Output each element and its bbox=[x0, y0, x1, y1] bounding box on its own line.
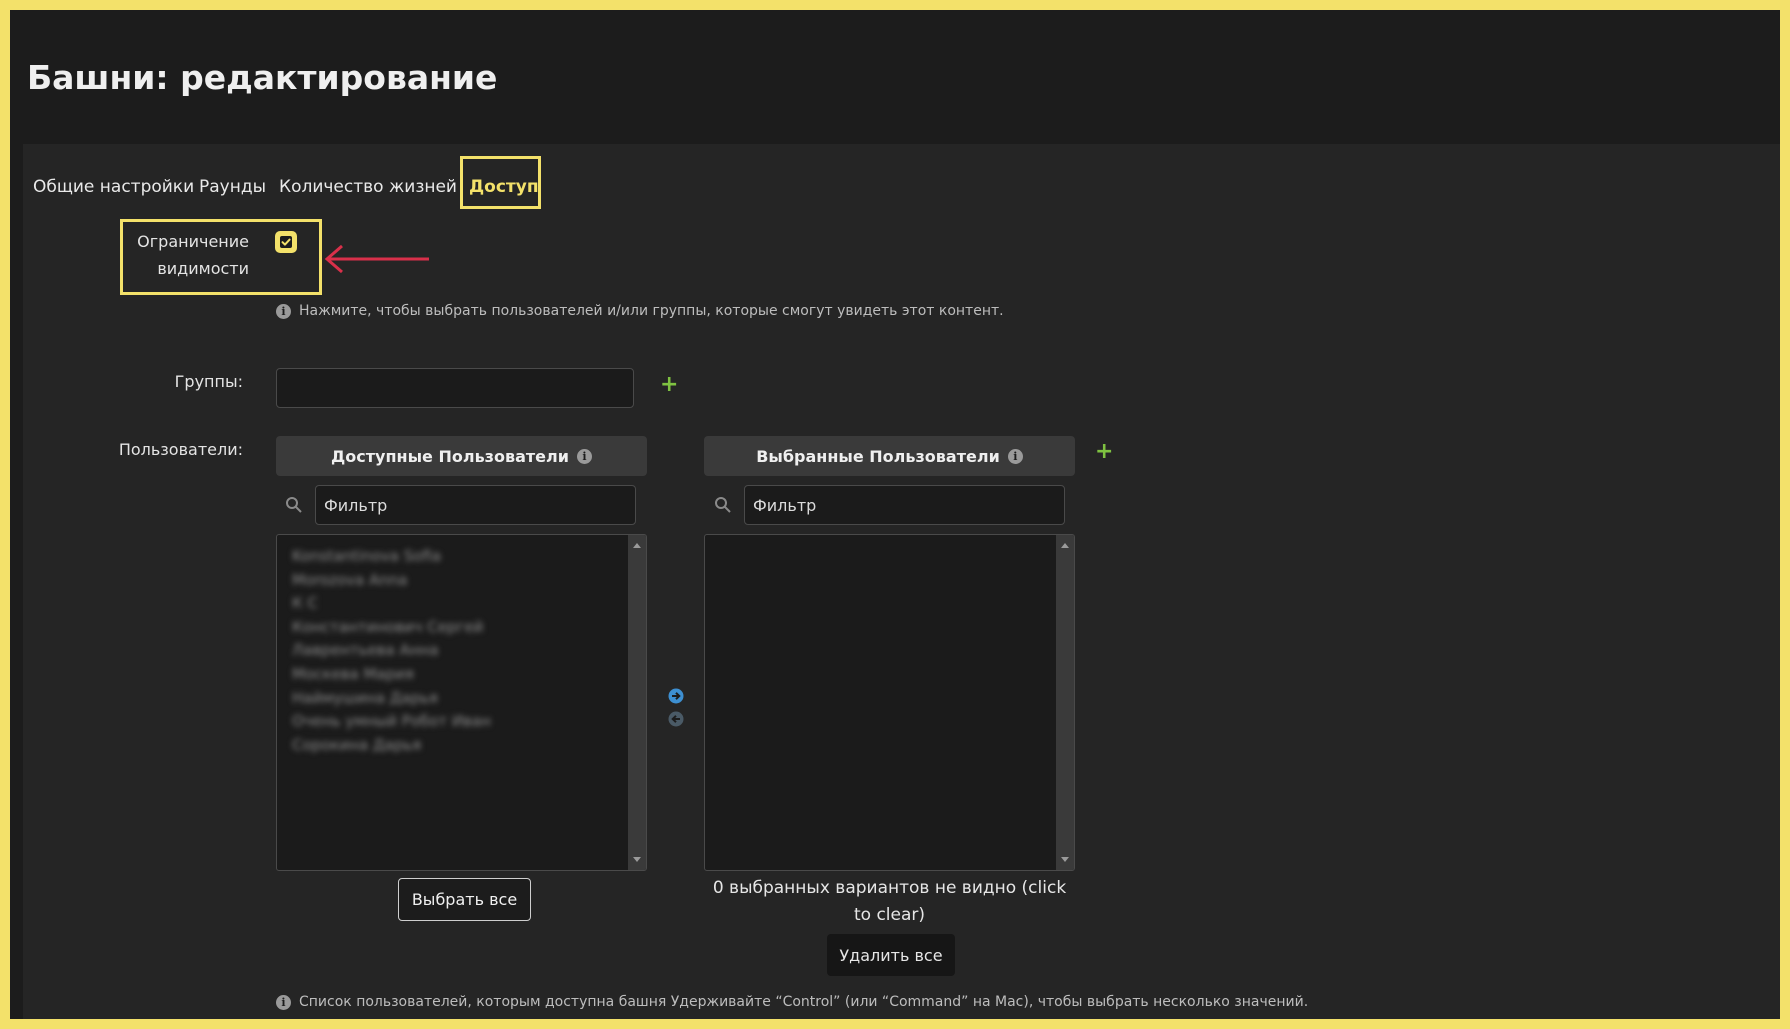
available-users-list[interactable]: Konstantinova Sofia Morozova Anna К С Конст… bbox=[276, 534, 647, 871]
users-help-text: Список пользователей, которым доступна б… bbox=[299, 994, 1309, 1010]
available-users-items: Konstantinova Sofia Morozova Anna К С Конст… bbox=[292, 545, 491, 757]
move-left-icon[interactable] bbox=[667, 710, 685, 728]
list-item[interactable]: Москева Мария bbox=[292, 663, 491, 687]
highlight-frame-tab bbox=[460, 156, 541, 209]
remove-all-button[interactable]: Удалить все bbox=[827, 934, 955, 976]
info-icon: i bbox=[276, 303, 291, 319]
hidden-selected-notice[interactable]: 0 выбранных вариантов не видно (click to… bbox=[704, 875, 1075, 929]
info-icon: i bbox=[276, 994, 291, 1010]
move-right-icon[interactable] bbox=[667, 687, 685, 705]
search-icon bbox=[715, 497, 731, 513]
tab-lives[interactable]: Количество жизней bbox=[279, 177, 457, 197]
info-icon[interactable]: i bbox=[576, 448, 592, 464]
users-label: Пользователи: bbox=[118, 440, 243, 459]
available-filter-input[interactable] bbox=[315, 485, 636, 525]
list-item[interactable]: Наймушина Дарья bbox=[292, 687, 491, 711]
scroll-up-icon[interactable] bbox=[633, 543, 641, 548]
checkmark-icon bbox=[280, 236, 292, 248]
content-panel: Общие настройки Раунды Количество жизней… bbox=[23, 144, 1780, 1019]
info-icon[interactable]: i bbox=[1007, 448, 1023, 464]
tab-general-settings[interactable]: Общие настройки bbox=[33, 177, 194, 197]
groups-label: Группы: bbox=[174, 372, 243, 391]
scroll-down-icon[interactable] bbox=[633, 857, 641, 862]
visibility-help: i Нажмите, чтобы выбрать пользователей и… bbox=[276, 303, 1004, 319]
add-group-icon[interactable]: + bbox=[660, 374, 678, 396]
list-item[interactable]: Константинович Сергей bbox=[292, 616, 491, 640]
users-help: i Список пользователей, которым доступна… bbox=[276, 994, 1308, 1010]
tab-rounds[interactable]: Раунды bbox=[199, 177, 266, 197]
selected-filter-input[interactable] bbox=[744, 485, 1065, 525]
selected-users-title: Выбранные Пользователи bbox=[756, 446, 1000, 466]
list-item[interactable]: К С bbox=[292, 592, 491, 616]
scroll-down-icon[interactable] bbox=[1061, 857, 1069, 862]
select-all-button[interactable]: Выбрать все bbox=[398, 878, 531, 921]
selected-users-header: Выбранные Пользователи i bbox=[704, 436, 1075, 476]
selected-users-list[interactable] bbox=[704, 534, 1075, 871]
list-item[interactable]: Konstantinova Sofia bbox=[292, 545, 491, 569]
page-header: Башни: редактирование bbox=[10, 10, 1780, 144]
available-users-title: Доступные Пользователи bbox=[331, 446, 569, 466]
visibility-help-text: Нажмите, чтобы выбрать пользователей и/и… bbox=[299, 303, 1004, 319]
page-title: Башни: редактирование bbox=[27, 58, 498, 97]
add-user-icon[interactable]: + bbox=[1095, 441, 1113, 463]
selected-list-scrollbar[interactable] bbox=[1056, 535, 1074, 870]
list-item[interactable]: Лаврентьева Анна bbox=[292, 639, 491, 663]
search-icon bbox=[286, 497, 302, 513]
list-item[interactable]: Очень умный Робот Иван bbox=[292, 710, 491, 734]
list-item[interactable]: Сорокина Дарья bbox=[292, 734, 491, 758]
page-frame: Башни: редактирование Общие настройки Ра… bbox=[10, 10, 1780, 1019]
visibility-label: Ограничение видимости bbox=[137, 232, 249, 278]
move-buttons bbox=[667, 687, 685, 733]
groups-input[interactable] bbox=[276, 368, 634, 408]
available-users-header: Доступные Пользователи i bbox=[276, 436, 647, 476]
available-list-scrollbar[interactable] bbox=[628, 535, 646, 870]
annotation-arrow-icon bbox=[324, 244, 429, 274]
visibility-checkbox[interactable] bbox=[275, 231, 297, 253]
list-item[interactable]: Morozova Anna bbox=[292, 569, 491, 593]
scroll-up-icon[interactable] bbox=[1061, 543, 1069, 548]
